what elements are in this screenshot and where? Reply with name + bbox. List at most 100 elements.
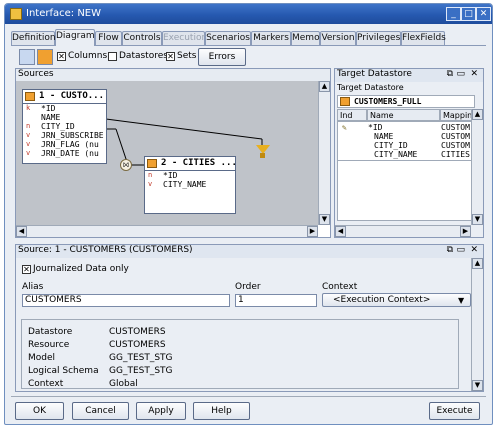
source-panel-scrollbar[interactable]: ▲ ▼	[471, 258, 483, 391]
target-column-mapping[interactable]: CUSTOM	[441, 141, 475, 150]
tab-scenarios[interactable]: Scenarios	[205, 31, 251, 45]
alias-label: Alias	[22, 282, 44, 292]
float-icon[interactable]: ⧉	[447, 69, 453, 80]
scroll-up-icon[interactable]: ▲	[319, 81, 330, 92]
minimize-button[interactable]: _	[446, 7, 461, 21]
scroll-left-icon[interactable]: ◀	[335, 226, 346, 237]
order-label: Order	[235, 282, 261, 292]
column-header-name[interactable]: Name	[367, 109, 440, 121]
prop-key: Context	[28, 379, 64, 389]
scroll-left-icon[interactable]: ◀	[16, 226, 27, 237]
prop-value: CUSTOMERS	[109, 340, 166, 350]
sources-vertical-scrollbar[interactable]: ▲ ▼	[318, 81, 330, 225]
column-row[interactable]: v JRN_FLAG (nu	[23, 140, 106, 149]
column-row[interactable]: NAME	[23, 113, 106, 122]
tab-diagram[interactable]: Diagram	[55, 29, 95, 46]
prop-value: GG_TEST_STG	[109, 353, 173, 363]
interface-window: Interface: NEW _ □ ✕ Definition Diagram …	[4, 3, 493, 425]
target-rows: ✎ *ID CUSTOM NAME CUSTOM CITY_ID CUSTOM …	[337, 121, 475, 161]
prop-key: Resource	[28, 340, 70, 350]
errors-button[interactable]: Errors	[198, 48, 246, 66]
filter-icon-stem	[260, 153, 265, 158]
tab-privileges[interactable]: Privileges	[356, 31, 401, 45]
target-column-name[interactable]: CITY_NAME	[368, 150, 440, 159]
pin-icon[interactable]: ▭	[456, 245, 465, 256]
scroll-right-icon[interactable]: ▶	[307, 226, 318, 237]
chevron-down-icon[interactable]: ▼	[458, 296, 464, 305]
diagram-toolbar: ✕ Columns Datastores ✕ Sets Errors	[17, 48, 477, 68]
scroll-right-icon[interactable]: ▶	[460, 226, 471, 237]
pin-icon[interactable]: ▭	[456, 69, 465, 80]
context-select[interactable]: <Execution Context>	[322, 293, 471, 307]
source-datastore-cities[interactable]: 2 - CITIES ... n *ID v CITY_NAME	[144, 156, 237, 214]
column-header-mapping[interactable]: Mapping	[440, 109, 477, 121]
interface-icon	[10, 8, 22, 20]
sources-horizontal-scrollbar[interactable]: ◀ ▶	[16, 225, 318, 237]
close-panel-icon[interactable]: ✕	[470, 69, 478, 80]
column-row[interactable]: n *ID	[145, 171, 235, 180]
tab-memo[interactable]: Memo	[291, 31, 320, 45]
column-row[interactable]: n CITY_ID	[23, 122, 106, 131]
column-row[interactable]: v JRN_DATE (nu	[23, 149, 106, 158]
target-column-mapping[interactable]: CUSTOM	[441, 123, 475, 132]
scroll-down-icon[interactable]: ▼	[319, 214, 330, 225]
target-column-mapping[interactable]: CUSTOM	[441, 132, 475, 141]
target-column-name[interactable]: NAME	[368, 132, 440, 141]
scroll-down-icon[interactable]: ▼	[472, 380, 483, 391]
node-title: 2 - CITIES ...	[161, 158, 237, 168]
diagram-canvas[interactable]: ⨝ 1 - CUSTO... k *ID NAME n CITY_ID v JRN_S…	[16, 81, 318, 225]
sources-panel: Sources ⨝ 1 - CUSTO... k *ID NAME n CITY_I…	[15, 68, 331, 238]
scroll-down-icon[interactable]: ▼	[472, 214, 483, 225]
dialog-footer: OK Cancel Apply Help Execute	[11, 396, 486, 422]
alias-input[interactable]: CUSTOMERS	[22, 294, 230, 307]
key-icon: ✎	[342, 123, 347, 132]
apply-button[interactable]: Apply	[136, 402, 186, 420]
title-bar: Interface: NEW _ □ ✕	[5, 4, 492, 24]
sets-checkbox[interactable]: ✕	[166, 52, 175, 61]
column-row[interactable]: k *ID	[23, 104, 106, 113]
target-column-mapping[interactable]: CITIES.	[441, 150, 475, 159]
columns-checkbox[interactable]: ✕	[57, 52, 66, 61]
order-input[interactable]: 1	[235, 294, 317, 307]
edit-diagram-icon[interactable]	[19, 49, 35, 65]
scroll-up-icon[interactable]: ▲	[472, 258, 483, 269]
tab-flexfields[interactable]: FlexFields	[401, 31, 446, 45]
prop-key: Logical Schema	[28, 366, 99, 376]
column-row[interactable]: v CITY_NAME	[145, 180, 235, 189]
join-icon[interactable]: ⨝	[120, 159, 132, 171]
datastores-checkbox[interactable]	[108, 52, 117, 61]
node-title: 1 - CUSTO...	[39, 91, 105, 101]
target-column-name[interactable]: CITY_ID	[368, 141, 440, 150]
tab-definition[interactable]: Definition	[11, 31, 56, 45]
context-label: Context	[322, 282, 358, 292]
target-panel: Target Datastore ⧉ ▭ ✕ Target Datastore …	[334, 68, 484, 238]
cancel-button[interactable]: Cancel	[72, 402, 129, 420]
tab-markers[interactable]: Markers	[251, 31, 291, 45]
ok-button[interactable]: OK	[15, 402, 64, 420]
tab-flow[interactable]: Flow	[95, 31, 122, 45]
target-vertical-scrollbar[interactable]: ▲ ▼	[471, 109, 483, 225]
execute-button[interactable]: Execute	[429, 402, 480, 420]
journalized-checkbox[interactable]: ✕	[22, 265, 31, 274]
datastore-icon[interactable]	[37, 49, 53, 65]
target-horizontal-scrollbar[interactable]: ◀ ▶	[335, 225, 471, 237]
tab-version[interactable]: Version	[320, 31, 356, 45]
source-datastore-customers[interactable]: 1 - CUSTO... k *ID NAME n CITY_ID v JRN_SUB…	[22, 89, 107, 164]
window-title: Interface: NEW	[26, 8, 102, 19]
target-empty-area	[337, 161, 475, 221]
tab-controls[interactable]: Controls	[122, 31, 162, 45]
column-row[interactable]: v JRN_SUBSCRIBE	[23, 131, 106, 140]
datastore-icon	[147, 159, 157, 168]
target-datastore-name[interactable]: CUSTOMERS_FULL	[337, 95, 475, 108]
column-header-ind[interactable]: Ind	[337, 109, 367, 121]
sets-label: Sets	[177, 51, 197, 61]
scroll-up-icon[interactable]: ▲	[472, 109, 483, 120]
close-button[interactable]: ✕	[476, 7, 491, 21]
help-button[interactable]: Help	[193, 402, 250, 420]
maximize-button[interactable]: □	[461, 7, 476, 21]
source-properties-list: Datastore CUSTOMERS Resource CUSTOMERS M…	[21, 319, 459, 389]
target-column-name[interactable]: *ID	[368, 123, 440, 132]
prop-value: GG_TEST_STG	[109, 366, 173, 376]
close-panel-icon[interactable]: ✕	[470, 245, 478, 256]
float-icon[interactable]: ⧉	[447, 245, 453, 256]
